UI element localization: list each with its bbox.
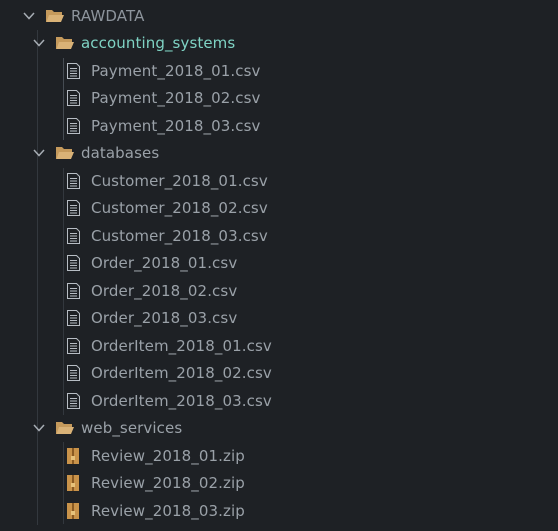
folder-label: accounting_systems <box>81 34 236 52</box>
file-label: Customer_2018_02.csv <box>91 199 268 217</box>
file-text-icon <box>67 63 80 79</box>
chevron-down-icon[interactable] <box>22 9 36 23</box>
file-explorer-tree: RAWDATA accounting_systems Payment_2018_… <box>0 0 558 531</box>
folder-open-icon <box>56 147 74 159</box>
file-label: OrderItem_2018_03.csv <box>91 392 272 410</box>
file-label: Order_2018_02.csv <box>91 282 238 300</box>
folder-databases[interactable]: databases <box>0 140 558 167</box>
file-label: Review_2018_01.zip <box>91 447 245 465</box>
file-item[interactable]: Customer_2018_02.csv <box>0 195 558 222</box>
file-item[interactable]: Review_2018_01.zip <box>0 443 558 470</box>
file-item[interactable]: Review_2018_03.zip <box>0 498 558 525</box>
file-label: OrderItem_2018_01.csv <box>91 337 272 355</box>
file-label: Customer_2018_03.csv <box>91 227 268 245</box>
file-item[interactable]: Customer_2018_03.csv <box>0 223 558 250</box>
file-item[interactable]: Payment_2018_02.csv <box>0 85 558 112</box>
file-item[interactable]: OrderItem_2018_03.csv <box>0 388 558 415</box>
file-zip-icon <box>67 503 79 519</box>
file-text-icon <box>67 255 80 271</box>
file-label: Review_2018_03.zip <box>91 502 245 520</box>
folder-label: databases <box>81 144 160 162</box>
file-label: Order_2018_03.csv <box>91 309 238 327</box>
folder-web-services[interactable]: web_services <box>0 415 558 442</box>
file-text-icon <box>67 228 80 244</box>
chevron-down-icon[interactable] <box>32 36 46 50</box>
file-text-icon <box>67 365 80 381</box>
file-text-icon <box>67 200 80 216</box>
file-zip-icon <box>67 448 79 464</box>
file-text-icon <box>67 393 80 409</box>
file-label: OrderItem_2018_02.csv <box>91 364 272 382</box>
file-item[interactable]: OrderItem_2018_01.csv <box>0 333 558 360</box>
file-text-icon <box>67 90 80 106</box>
file-text-icon <box>67 173 80 189</box>
tree-root-rawdata[interactable]: RAWDATA <box>0 3 558 30</box>
file-text-icon <box>67 283 80 299</box>
file-label: Payment_2018_02.csv <box>91 89 261 107</box>
file-text-icon <box>67 338 80 354</box>
file-label: Customer_2018_01.csv <box>91 172 268 190</box>
file-item[interactable]: Review_2018_02.zip <box>0 470 558 497</box>
folder-label: web_services <box>81 419 183 437</box>
folder-accounting-systems[interactable]: accounting_systems <box>0 30 558 57</box>
file-label: Payment_2018_01.csv <box>91 62 261 80</box>
file-label: Review_2018_02.zip <box>91 474 245 492</box>
file-label: Order_2018_01.csv <box>91 254 238 272</box>
file-zip-icon <box>67 475 79 491</box>
file-item[interactable]: Customer_2018_01.csv <box>0 168 558 195</box>
file-item[interactable]: Order_2018_02.csv <box>0 278 558 305</box>
chevron-down-icon[interactable] <box>32 421 46 435</box>
file-item[interactable]: Order_2018_01.csv <box>0 250 558 277</box>
chevron-down-icon[interactable] <box>32 146 46 160</box>
folder-open-icon <box>56 37 74 49</box>
file-item[interactable]: Payment_2018_03.csv <box>0 113 558 140</box>
folder-open-icon <box>56 422 74 434</box>
file-text-icon <box>67 118 80 134</box>
tree-root-label: RAWDATA <box>71 7 145 25</box>
file-item[interactable]: Order_2018_03.csv <box>0 305 558 332</box>
file-label: Payment_2018_03.csv <box>91 117 261 135</box>
file-item[interactable]: Payment_2018_01.csv <box>0 58 558 85</box>
folder-open-icon <box>46 10 64 22</box>
file-text-icon <box>67 310 80 326</box>
file-item[interactable]: OrderItem_2018_02.csv <box>0 360 558 387</box>
